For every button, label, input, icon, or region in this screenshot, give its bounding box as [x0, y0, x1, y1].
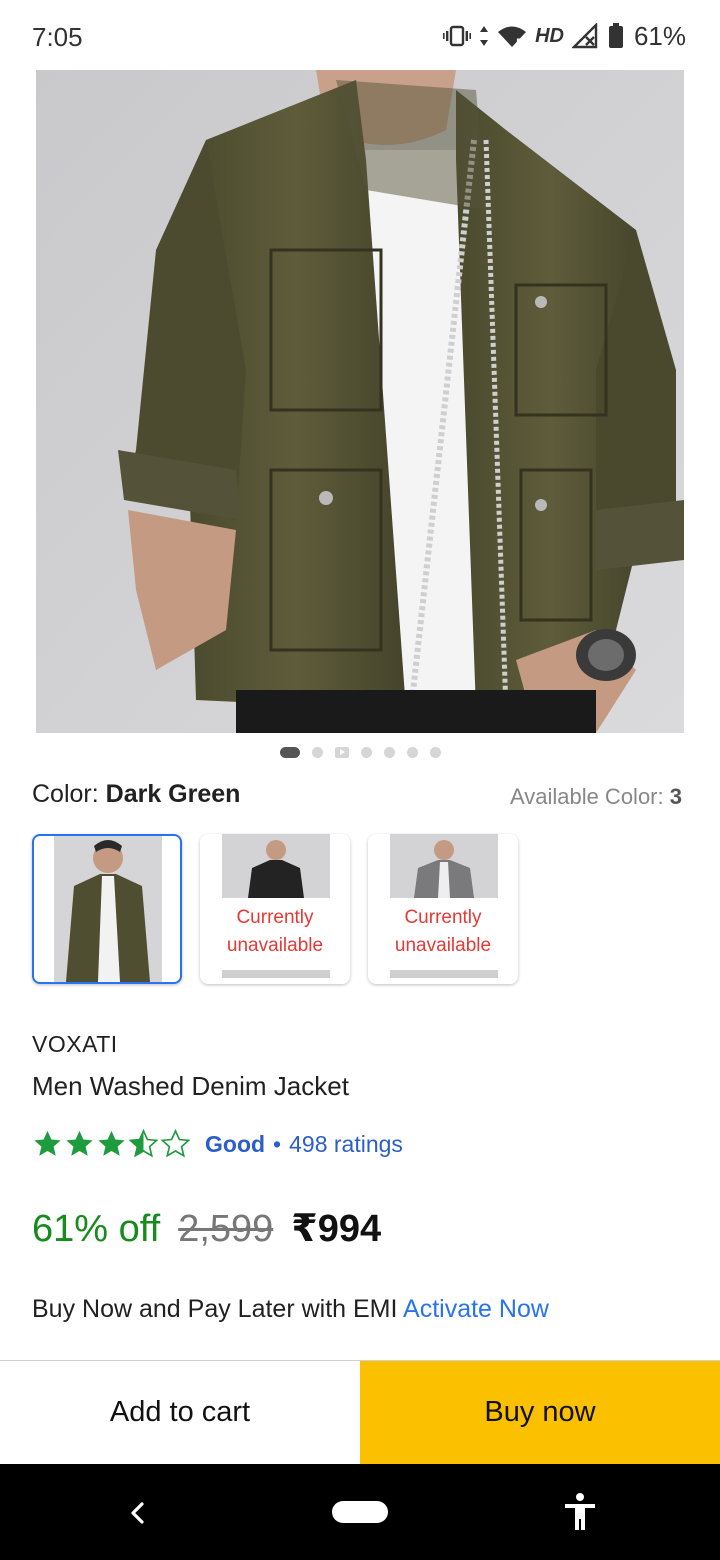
price-final: ₹994 — [291, 1208, 382, 1250]
emi-activate-link[interactable]: Activate Now — [403, 1295, 549, 1323]
carousel-dot[interactable] — [360, 746, 372, 758]
color-swatch-dark-green[interactable] — [32, 834, 182, 984]
home-pill-icon[interactable] — [332, 1501, 388, 1523]
price-row: 61% off 2,599 ₹994 — [32, 1206, 381, 1256]
vibrate-icon — [443, 24, 472, 48]
swatch-strip — [390, 970, 498, 978]
available-colors: Available Color: 3 — [510, 784, 682, 810]
carousel-dot[interactable] — [406, 746, 418, 758]
color-swatch-black[interactable]: Currently unavailable — [200, 834, 350, 984]
system-nav-bar — [0, 1464, 720, 1560]
bottom-action-bar: Add to cart Buy now — [0, 1360, 720, 1464]
carousel-dots — [0, 745, 720, 759]
swatch-strip — [222, 970, 330, 978]
rating-separator: • — [273, 1130, 282, 1157]
rating-row[interactable]: Good • 498 ratings — [32, 1126, 403, 1162]
star-full-icon — [34, 1130, 61, 1156]
network-type-label: HD — [535, 24, 564, 47]
swatch-unavailable-text: Currently unavailable — [394, 907, 492, 956]
color-swatch-grey[interactable]: Currently unavailable — [368, 834, 518, 984]
rating-word: Good — [205, 1130, 266, 1157]
star-full-icon — [98, 1130, 125, 1156]
battery-icon — [608, 23, 624, 49]
swatch-thumbnail — [54, 836, 162, 982]
add-to-cart-button[interactable]: Add to cart — [0, 1361, 360, 1464]
back-icon[interactable] — [124, 1496, 152, 1535]
price-discount: 61% off — [32, 1208, 161, 1250]
emi-text: Buy Now and Pay Later with EMI — [32, 1295, 398, 1323]
color-label-text: Color: — [32, 780, 99, 808]
star-full-icon — [66, 1130, 93, 1156]
product-title: Men Washed Denim Jacket — [32, 1071, 349, 1101]
color-label: Color: Dark Green — [32, 780, 240, 809]
selected-color-name: Dark Green — [105, 780, 241, 808]
swatch-unavailable-text: Currently unavailable — [226, 907, 324, 956]
swatch-thumbnail — [390, 834, 498, 898]
available-colors-label: Available Color: — [509, 784, 664, 809]
status-time: 7:05 — [32, 22, 83, 52]
accessibility-icon[interactable] — [562, 1492, 598, 1537]
price-mrp: 2,599 — [178, 1208, 274, 1250]
swatch-thumbnail — [222, 834, 330, 898]
product-brand[interactable]: VOXATI — [32, 1031, 118, 1058]
battery-percent: 61% — [633, 20, 686, 51]
carousel-video-dot[interactable] — [334, 746, 349, 758]
carousel-dot[interactable] — [429, 746, 441, 758]
status-icons: 5 HD 61% — [443, 20, 686, 52]
data-arrows-icon — [479, 25, 489, 47]
available-colors-count: 3 — [669, 784, 682, 809]
signal-icon — [571, 23, 600, 49]
carousel-dot[interactable] — [311, 746, 323, 758]
carousel-dot[interactable] — [383, 746, 395, 758]
star-half-icon — [128, 1129, 159, 1158]
star-empty-icon — [160, 1129, 191, 1158]
status-bar: 7:05 5 HD 61% — [0, 0, 720, 70]
buy-now-button[interactable]: Buy now — [360, 1361, 720, 1464]
svg-text:5: 5 — [516, 38, 522, 48]
product-image[interactable] — [36, 70, 684, 733]
rating-stars — [32, 1129, 191, 1159]
carousel-dot-active[interactable] — [279, 746, 300, 758]
emi-row: Buy Now and Pay Later with EMI Activate … — [32, 1295, 549, 1324]
rating-count: 498 ratings — [289, 1130, 403, 1157]
color-selector-header: Color: Dark Green Available Color: 3 — [32, 780, 682, 814]
wifi-icon: 5 — [497, 24, 527, 48]
